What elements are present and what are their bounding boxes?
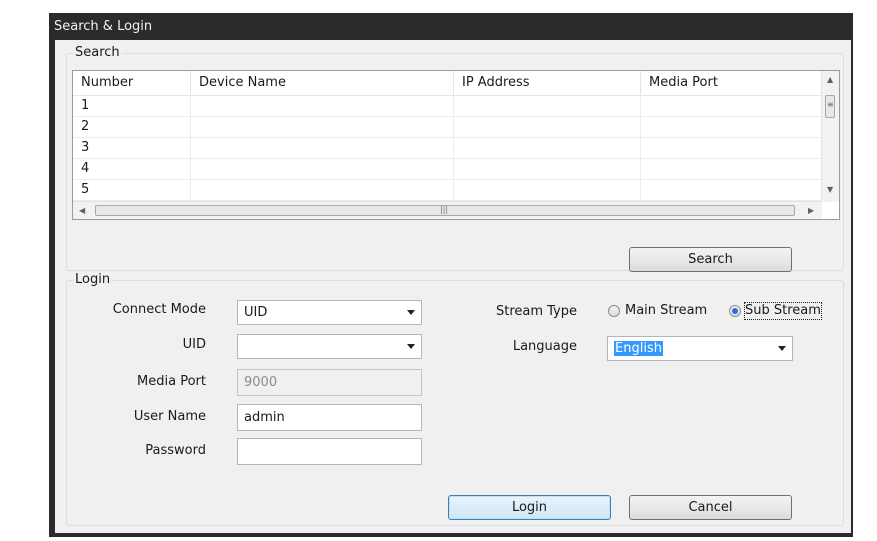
cell-ip-address bbox=[454, 116, 641, 137]
search-group: Search Number Device Name IP Address Med… bbox=[66, 45, 844, 272]
password-label: Password bbox=[145, 443, 206, 458]
cell-media-port bbox=[641, 179, 822, 200]
scroll-left-arrow-icon[interactable]: ◀ bbox=[79, 206, 85, 216]
uid-label: UID bbox=[182, 337, 206, 352]
login-group-title: Login bbox=[73, 272, 113, 288]
cell-number: 2 bbox=[73, 116, 191, 137]
connect-mode-label: Connect Mode bbox=[112, 302, 206, 317]
column-header-number[interactable]: Number bbox=[73, 71, 191, 95]
grip-icon: ≡ bbox=[827, 100, 834, 109]
column-header-media-port[interactable]: Media Port bbox=[641, 71, 822, 95]
table-row[interactable]: 5 bbox=[73, 179, 822, 201]
vertical-scroll-thumb[interactable]: ≡ bbox=[825, 95, 835, 118]
table-row[interactable]: 2 bbox=[73, 116, 822, 138]
window-title: Search & Login bbox=[49, 13, 853, 40]
scroll-up-arrow-icon[interactable]: ▲ bbox=[827, 75, 833, 85]
sub-stream-label[interactable]: Sub Stream bbox=[744, 302, 822, 320]
media-port-label: Media Port bbox=[137, 374, 206, 389]
cell-device-name bbox=[191, 137, 454, 158]
login-button[interactable]: Login bbox=[448, 495, 611, 520]
stream-type-label: Stream Type bbox=[495, 304, 577, 319]
chevron-down-icon bbox=[407, 344, 415, 349]
horizontal-scroll-thumb[interactable]: ||| bbox=[95, 205, 795, 216]
connect-mode-value: UID bbox=[244, 305, 268, 320]
cell-device-name bbox=[191, 158, 454, 179]
cell-media-port bbox=[641, 158, 822, 179]
cell-number: 4 bbox=[73, 158, 191, 179]
connect-mode-dropdown[interactable]: UID bbox=[237, 300, 422, 325]
language-dropdown[interactable]: English bbox=[607, 336, 793, 361]
column-header-ip-address[interactable]: IP Address bbox=[454, 71, 641, 95]
table-row[interactable]: 4 bbox=[73, 158, 822, 180]
cell-device-name bbox=[191, 179, 454, 200]
cell-device-name bbox=[191, 95, 454, 116]
table-row[interactable]: 1 bbox=[73, 95, 822, 117]
cell-ip-address bbox=[454, 137, 641, 158]
media-port-field: 9000 bbox=[237, 369, 422, 396]
dialog-client-area: Search Number Device Name IP Address Med… bbox=[55, 40, 851, 533]
search-login-dialog: Search & Login Search Number Device Name… bbox=[49, 13, 853, 537]
main-stream-radio[interactable] bbox=[608, 305, 620, 317]
chevron-down-icon bbox=[407, 310, 415, 315]
horizontal-scrollbar[interactable]: ◀ ||| ▶ bbox=[73, 201, 822, 219]
column-header-device-name[interactable]: Device Name bbox=[191, 71, 454, 95]
cell-media-port bbox=[641, 95, 822, 116]
cell-number: 5 bbox=[73, 179, 191, 200]
cell-number: 1 bbox=[73, 95, 191, 116]
main-stream-label[interactable]: Main Stream bbox=[625, 303, 707, 319]
scroll-right-arrow-icon[interactable]: ▶ bbox=[808, 206, 814, 216]
device-list[interactable]: Number Device Name IP Address Media Port… bbox=[72, 70, 840, 220]
cell-ip-address bbox=[454, 95, 641, 116]
grip-icon: ||| bbox=[440, 205, 449, 214]
table-row[interactable]: 3 bbox=[73, 137, 822, 159]
user-name-field[interactable]: admin bbox=[237, 404, 422, 431]
search-group-title: Search bbox=[73, 45, 122, 61]
cell-media-port bbox=[641, 116, 822, 137]
chevron-down-icon bbox=[778, 346, 786, 351]
sub-stream-radio[interactable] bbox=[729, 305, 741, 317]
cell-media-port bbox=[641, 137, 822, 158]
user-name-label: User Name bbox=[133, 409, 206, 424]
scroll-down-arrow-icon[interactable]: ▼ bbox=[827, 185, 833, 195]
password-field[interactable] bbox=[237, 438, 422, 465]
cancel-button[interactable]: Cancel bbox=[629, 495, 792, 520]
vertical-scrollbar[interactable]: ▲ ≡ ▼ bbox=[821, 71, 839, 202]
search-button[interactable]: Search bbox=[629, 247, 792, 272]
cell-device-name bbox=[191, 116, 454, 137]
cell-ip-address bbox=[454, 179, 641, 200]
language-value: English bbox=[614, 337, 663, 360]
language-label: Language bbox=[512, 339, 577, 354]
uid-dropdown[interactable] bbox=[237, 334, 422, 359]
cell-number: 3 bbox=[73, 137, 191, 158]
cell-ip-address bbox=[454, 158, 641, 179]
language-selected-text: English bbox=[614, 341, 663, 356]
device-list-header: Number Device Name IP Address Media Port bbox=[73, 71, 822, 96]
login-group: Login Connect Mode UID UID Media Port 90… bbox=[66, 272, 844, 526]
